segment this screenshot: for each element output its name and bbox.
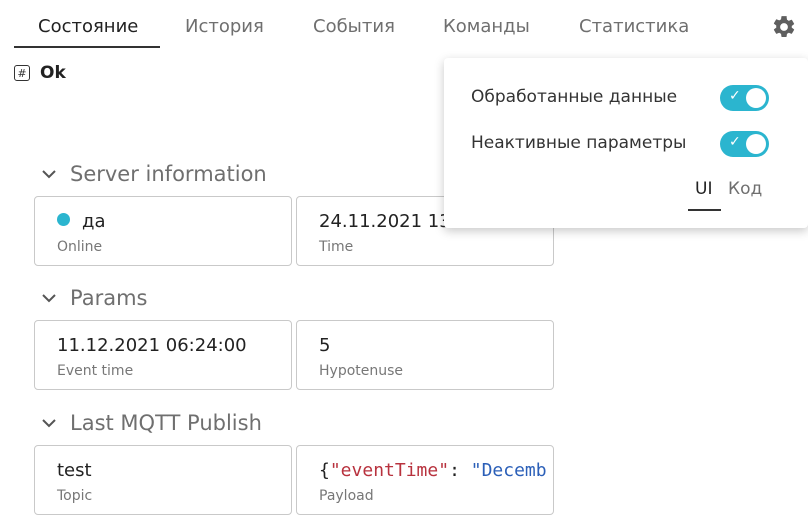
tab-history[interactable]: История bbox=[185, 16, 264, 37]
card-hypotenuse: 5 Hypotenuse bbox=[296, 320, 554, 390]
online-status-dot bbox=[57, 213, 70, 226]
tab-state[interactable]: Состояние bbox=[38, 16, 138, 37]
card-value: test bbox=[57, 460, 92, 481]
option-inactive-params-label: Неактивные параметры bbox=[471, 133, 687, 153]
chevron-down-icon bbox=[42, 294, 56, 303]
card-event-time: 11.12.2021 06:24:00 Event time bbox=[34, 320, 292, 390]
card-online: да Online bbox=[34, 196, 292, 266]
section-title: Params bbox=[70, 286, 148, 310]
card-topic: test Topic bbox=[34, 445, 292, 515]
active-view-indicator bbox=[688, 209, 721, 211]
inactive-params-toggle[interactable]: ✓ bbox=[720, 131, 769, 157]
card-label: Online bbox=[57, 239, 103, 255]
status-text: Ok bbox=[40, 63, 66, 83]
hash-box-icon: # bbox=[14, 65, 30, 81]
tab-statistics[interactable]: Статистика bbox=[579, 16, 689, 37]
tab-events[interactable]: События bbox=[313, 16, 395, 37]
chevron-down-icon bbox=[42, 170, 56, 179]
card-value: 24.11.2021 13 bbox=[319, 211, 451, 232]
card-label: Hypotenuse bbox=[319, 363, 404, 379]
section-title: Server information bbox=[70, 162, 267, 186]
gear-icon[interactable] bbox=[771, 14, 797, 40]
card-payload: {"eventTime": "Decemb Payload bbox=[296, 445, 554, 515]
card-value: 11.12.2021 06:24:00 bbox=[57, 335, 247, 356]
section-title: Last MQTT Publish bbox=[70, 411, 262, 435]
view-tab-ui[interactable]: UI bbox=[695, 179, 712, 199]
status-indicator: # Ok bbox=[14, 63, 66, 83]
section-last-mqtt-publish[interactable]: Last MQTT Publish bbox=[40, 411, 262, 435]
option-processed-data-label: Обработанные данные bbox=[471, 87, 678, 107]
check-icon: ✓ bbox=[729, 88, 741, 104]
view-tab-code[interactable]: Код bbox=[728, 179, 762, 199]
card-label: Event time bbox=[57, 363, 134, 379]
active-tab-indicator bbox=[14, 46, 160, 48]
card-value: 5 bbox=[319, 335, 331, 356]
chevron-down-icon bbox=[42, 419, 56, 428]
card-value: да bbox=[82, 211, 106, 232]
card-label: Topic bbox=[57, 488, 93, 504]
card-label: Time bbox=[319, 239, 354, 255]
settings-popup: Обработанные данные ✓ Неактивные парамет… bbox=[444, 58, 808, 228]
card-label: Payload bbox=[319, 488, 374, 504]
section-params[interactable]: Params bbox=[40, 286, 148, 310]
section-server-information[interactable]: Server information bbox=[40, 162, 267, 186]
tab-commands[interactable]: Команды bbox=[443, 16, 530, 37]
processed-data-toggle[interactable]: ✓ bbox=[720, 85, 769, 111]
check-icon: ✓ bbox=[729, 134, 741, 150]
payload-code: {"eventTime": "Decemb bbox=[319, 460, 547, 481]
